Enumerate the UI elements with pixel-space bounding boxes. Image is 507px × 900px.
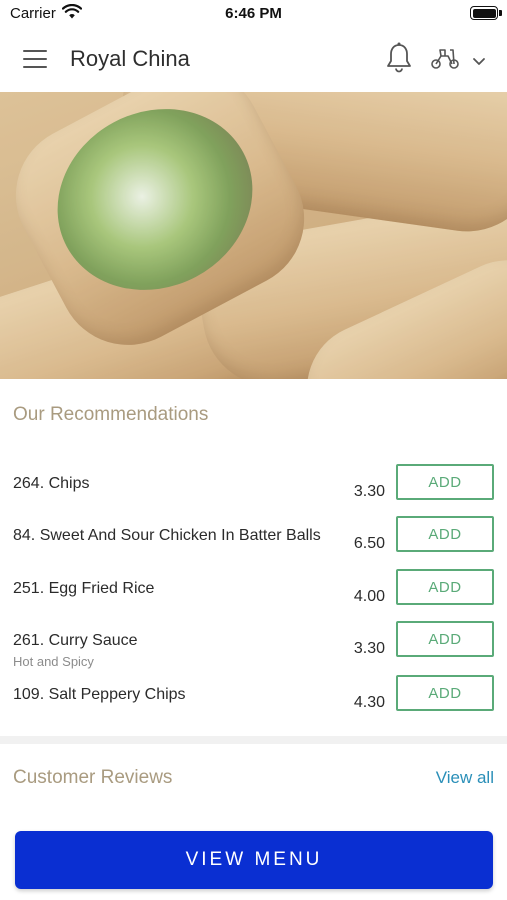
item-name: 261. Curry Sauce: [13, 632, 138, 649]
bell-icon[interactable]: [386, 42, 412, 79]
item-price: 6.50: [353, 535, 385, 552]
chevron-down-icon[interactable]: [472, 54, 486, 72]
status-bar: Carrier 6:46 PM: [0, 0, 507, 28]
item-description: Hot and Spicy: [13, 654, 94, 669]
item-price: 4.30: [353, 694, 385, 711]
menu-icon[interactable]: [23, 50, 47, 68]
view-menu-button[interactable]: VIEW MENU: [15, 831, 493, 889]
view-all-reviews-link[interactable]: View all: [436, 768, 494, 788]
add-button[interactable]: ADD: [396, 464, 494, 500]
menu-item: 109. Salt Peppery Chips 4.30 ADD: [0, 675, 507, 736]
add-button[interactable]: ADD: [396, 516, 494, 552]
add-button[interactable]: ADD: [396, 621, 494, 657]
battery-icon: [470, 6, 498, 20]
item-name: 251. Egg Fried Rice: [13, 580, 155, 597]
item-price: 3.30: [353, 483, 385, 500]
restaurant-title: Royal China: [70, 46, 190, 71]
section-divider: [0, 736, 507, 744]
add-button[interactable]: ADD: [396, 675, 494, 711]
status-time: 6:46 PM: [225, 5, 282, 22]
add-button[interactable]: ADD: [396, 569, 494, 605]
app-header: Royal China: [0, 28, 507, 92]
hero-image: [0, 92, 507, 379]
item-price: 3.30: [353, 640, 385, 657]
reviews-title: Customer Reviews: [13, 767, 173, 788]
item-name: 84. Sweet And Sour Chicken In Batter Bal…: [13, 527, 321, 544]
item-name: 109. Salt Peppery Chips: [13, 686, 186, 703]
scooter-icon[interactable]: [430, 46, 460, 75]
recommendations-title: Our Recommendations: [13, 404, 209, 425]
item-name: 264. Chips: [13, 475, 90, 492]
item-price: 4.00: [353, 588, 385, 605]
